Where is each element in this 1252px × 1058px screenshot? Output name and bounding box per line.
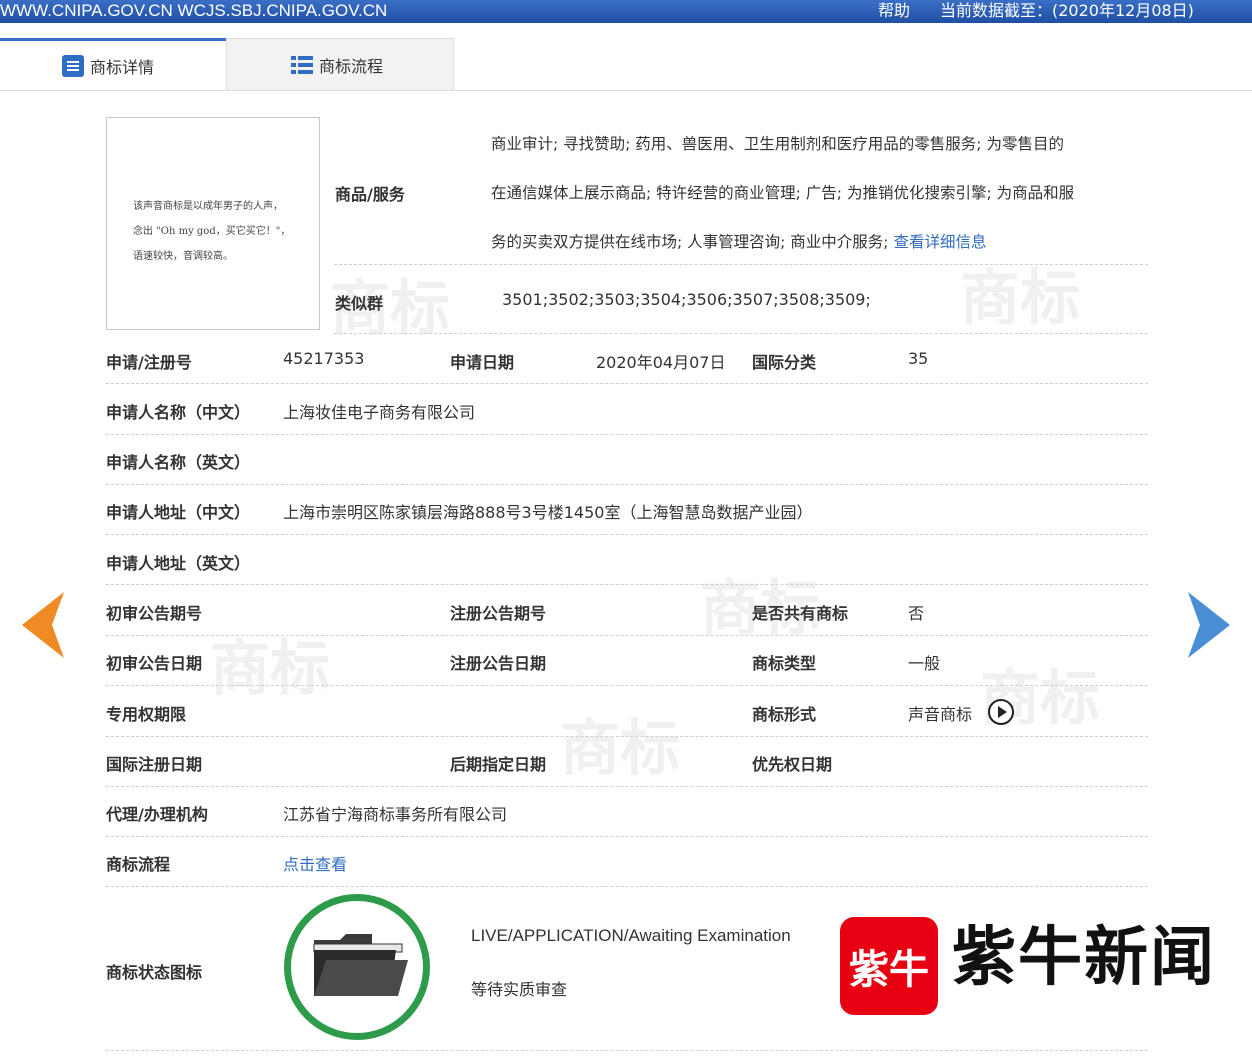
divider (106, 1050, 1148, 1051)
goods-line: 商业审计; 寻找赞助; 药用、兽医用、卫生用制剂和医疗用品的零售服务; 为零售目… (491, 135, 1064, 153)
later-designation-date-label: 后期指定日期 (450, 755, 547, 774)
document-list-icon (62, 54, 84, 77)
data-date: 当前数据截至：(2020年12月08日) (940, 1, 1194, 20)
divider (106, 434, 1148, 435)
app-date-value: 2020年04月07日 (596, 353, 726, 372)
play-audio-icon[interactable] (986, 697, 1016, 727)
reg-no-label: 申请/注册号 (106, 353, 192, 372)
applicant-name-cn-label: 申请人名称（中文） (106, 403, 251, 422)
image-text-line: 语速较快，音调较高。 (133, 251, 233, 262)
applicant-address-cn-value: 上海市崇明区陈家镇层海路888号3号楼1450室（上海智慧岛数据产业园） (283, 503, 813, 522)
divider (106, 534, 1148, 535)
goods-services-label: 商品/服务 (335, 185, 405, 204)
reg-pub-date-label: 注册公告日期 (450, 654, 547, 673)
tab-trademark-flow[interactable]: 商标流程 (226, 38, 454, 90)
next-arrow-icon[interactable] (1186, 592, 1230, 658)
folder-icon (313, 934, 408, 996)
applicant-name-en-label: 申请人名称（英文） (106, 453, 251, 472)
applicant-name-cn-value: 上海妆佳电子商务有限公司 (283, 403, 476, 422)
image-text-line: 该声音商标是以成年男子的人声， (133, 201, 283, 212)
previous-arrow-icon[interactable] (22, 592, 66, 658)
trademark-type-value: 一般 (908, 654, 941, 673)
top-bar: WWW.CNIPA.GOV.CN WCJS.SBJ.CNIPA.GOV.CN 帮… (0, 0, 1252, 23)
divider (106, 635, 1148, 636)
view-details-link[interactable]: 查看详细信息 (893, 233, 986, 251)
reg-pub-no-label: 注册公告期号 (450, 604, 547, 623)
applicant-address-cn-label: 申请人地址（中文） (106, 503, 251, 522)
trademark-image: 该声音商标是以成年男子的人声， 念出 "Oh my god，买它买它！"， 语速… (106, 117, 320, 330)
divider (106, 786, 1148, 787)
divider (106, 886, 1148, 887)
status-icon-label: 商标状态图标 (106, 963, 203, 982)
similar-group-label: 类似群 (335, 294, 384, 313)
trademark-type-label: 商标类型 (752, 654, 817, 673)
help-link[interactable]: 帮助 (878, 0, 910, 22)
image-text-line: 念出 "Oh my god，买它买它！"， (133, 226, 291, 237)
tab-label: 商标流程 (319, 56, 384, 76)
shared-trademark-label: 是否共有商标 (752, 604, 849, 623)
divider (334, 333, 1148, 334)
view-flow-link[interactable]: 点击查看 (283, 851, 347, 875)
site-urls[interactable]: WWW.CNIPA.GOV.CN WCJS.SBJ.CNIPA.GOV.CN (0, 0, 387, 22)
zniu-logo-badge: 紫牛 (840, 917, 938, 1015)
intl-reg-date-label: 国际注册日期 (106, 755, 203, 774)
watermark: 商标 (560, 714, 680, 784)
status-chinese: 等待实质审查 (471, 980, 568, 999)
divider (106, 836, 1148, 837)
divider (106, 685, 1148, 686)
exclusive-period-label: 专用权期限 (106, 705, 187, 724)
status-english: LIVE/APPLICATION/Awaiting Examination (471, 926, 791, 945)
list-icon (291, 55, 313, 75)
priority-date-label: 优先权日期 (752, 755, 833, 774)
tab-trademark-detail[interactable]: 商标详情 (0, 38, 226, 90)
divider (106, 383, 1148, 384)
goods-line: 在通信媒体上展示商品; 特许经营的商业管理; 广告; 为推销优化搜索引擎; 为商… (491, 184, 1075, 202)
watermark: 商标 (210, 634, 330, 704)
tab-divider (0, 90, 1252, 91)
shared-trademark-value: 否 (908, 604, 925, 623)
divider (106, 584, 1148, 585)
goods-line-text: 务的买卖双方提供在线市场; 人事管理咨询; 商业中介服务; (491, 233, 894, 251)
intl-class-value: 35 (908, 349, 929, 368)
reg-no-value: 45217353 (283, 349, 365, 368)
agent-value: 江苏省宁海商标事务所有限公司 (283, 805, 508, 824)
similar-group-value: 3501;3502;3503;3504;3506;3507;3508;3509; (502, 290, 871, 309)
zniu-logo-text: 紫牛新闻 (952, 920, 1216, 995)
trademark-form-value: 声音商标 (908, 705, 973, 724)
app-date-label: 申请日期 (450, 353, 515, 372)
trademark-form-label: 商标形式 (752, 705, 817, 724)
tab-label: 商标详情 (90, 57, 155, 77)
prelim-pub-no-label: 初审公告期号 (106, 604, 203, 623)
applicant-address-en-label: 申请人地址（英文） (106, 554, 251, 573)
prelim-pub-date-label: 初审公告日期 (106, 654, 203, 673)
divider (106, 736, 1148, 737)
intl-class-label: 国际分类 (752, 353, 817, 372)
divider (334, 264, 1148, 265)
goods-line: 务的买卖双方提供在线市场; 人事管理咨询; 商业中介服务; 查看详细信息 (491, 230, 986, 252)
trademark-flow-label: 商标流程 (106, 855, 171, 874)
agent-label: 代理/办理机构 (106, 805, 208, 824)
divider (106, 484, 1148, 485)
